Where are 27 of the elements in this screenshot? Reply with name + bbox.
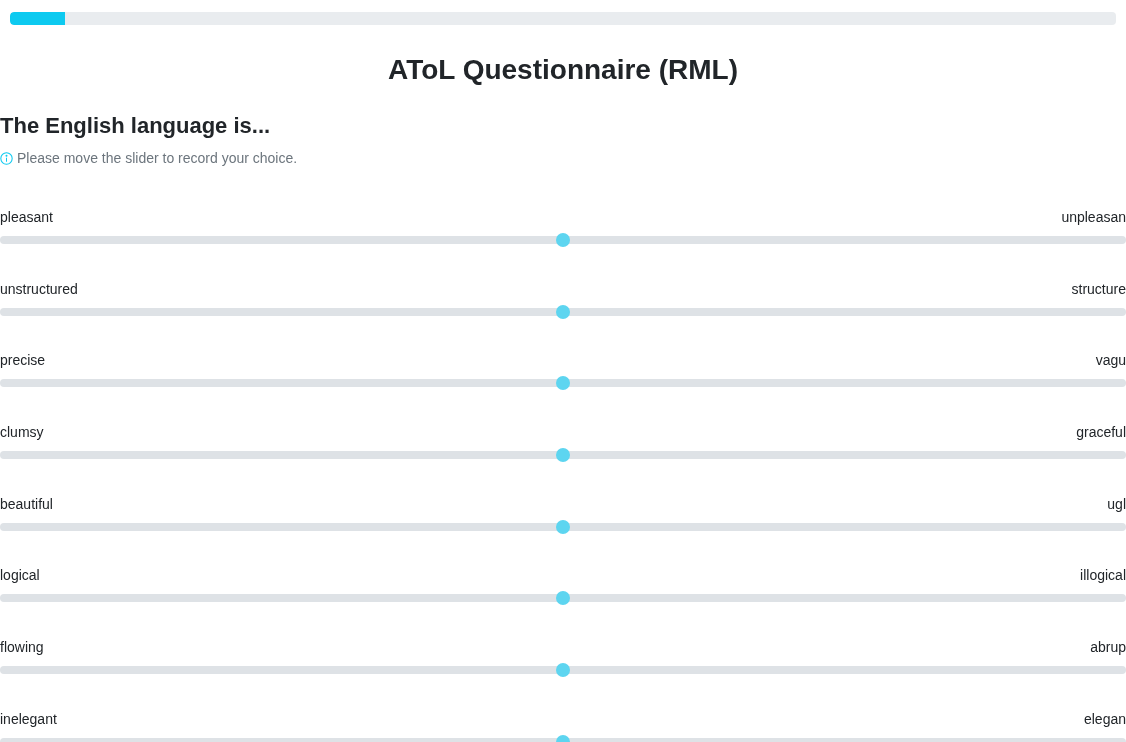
left-label: logical xyxy=(0,566,40,586)
slider-thumb[interactable] xyxy=(556,663,570,678)
question-heading: The English language is... xyxy=(0,112,272,140)
right-label: graceful xyxy=(1076,423,1126,443)
left-label: inelegant xyxy=(0,709,57,729)
info-icon xyxy=(0,151,13,165)
left-label: clumsy xyxy=(0,423,44,443)
left-label: pleasant xyxy=(0,208,53,227)
right-label: abrup xyxy=(1090,638,1126,658)
right-label: illogical xyxy=(1080,566,1126,586)
right-label: elegan xyxy=(1083,709,1126,729)
right-label: vagu xyxy=(1095,351,1126,371)
slider-thumb[interactable] xyxy=(556,233,570,247)
right-label: ugl xyxy=(1107,494,1126,514)
slider-thumb[interactable] xyxy=(556,448,570,463)
page-title: AToL Questionnaire (RML) xyxy=(387,53,739,87)
left-label: beautiful xyxy=(0,494,53,514)
slider-thumb[interactable] xyxy=(556,519,570,534)
slider-thumb[interactable] xyxy=(556,304,570,319)
left-label: unstructured xyxy=(0,279,78,299)
left-label: precise xyxy=(0,351,46,371)
slider-thumb[interactable] xyxy=(556,376,570,391)
slider-thumb[interactable] xyxy=(556,591,570,606)
hint-text: Please move the slider to record your choice. xyxy=(17,149,298,168)
left-label: flowing xyxy=(0,638,44,658)
right-label: structure xyxy=(1071,279,1126,299)
right-label: unpleasan xyxy=(1061,208,1126,227)
